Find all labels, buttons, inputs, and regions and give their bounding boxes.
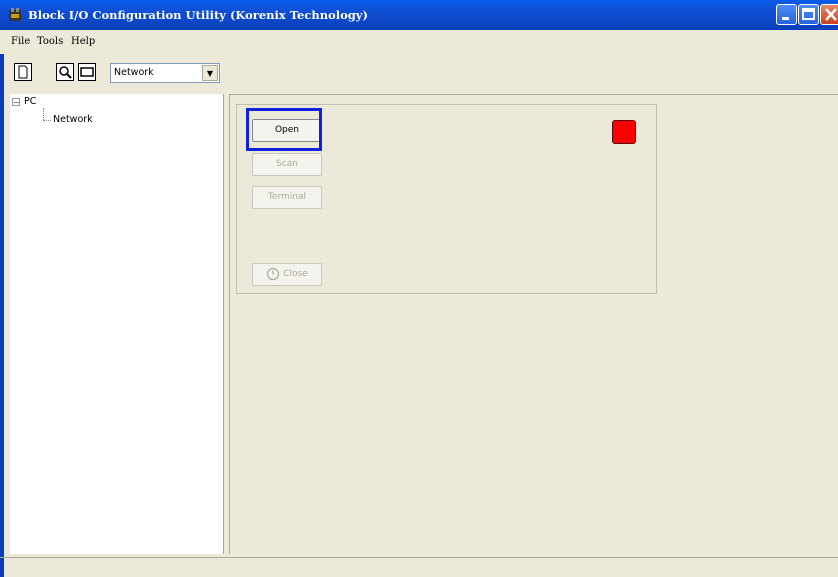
tree-node-pc[interactable]: PC xyxy=(24,96,36,107)
scan-button-label: Scan xyxy=(276,159,298,169)
menu-tools[interactable]: Tools xyxy=(37,36,63,47)
close-button[interactable]: Close xyxy=(252,263,322,286)
close-window-button[interactable] xyxy=(820,4,838,25)
status-bar xyxy=(0,557,838,577)
tree-node-network[interactable]: Network xyxy=(53,114,93,125)
toolbar: Network ▼ xyxy=(0,57,838,90)
app-icon xyxy=(7,7,23,23)
window-frame-left xyxy=(0,30,4,577)
tree-view: − PC Network xyxy=(10,94,224,554)
scan-button[interactable]: Scan xyxy=(252,153,322,176)
chevron-down-icon[interactable]: ▼ xyxy=(202,65,218,81)
network-select[interactable]: Network ▼ xyxy=(110,63,220,83)
focus-highlight xyxy=(246,108,322,151)
status-indicator xyxy=(612,120,636,144)
close-button-label: Close xyxy=(283,269,308,279)
tree-connector-branch xyxy=(43,120,51,122)
close-circle-icon xyxy=(267,267,280,280)
menu-bar: File Tools Help xyxy=(0,30,838,54)
network-select-value: Network xyxy=(114,67,154,78)
new-icon[interactable] xyxy=(14,63,32,81)
menu-file[interactable]: File xyxy=(11,36,30,47)
terminal-button[interactable]: Terminal xyxy=(252,186,322,209)
window-title: Block I/O Configuration Utility (Korenix… xyxy=(28,8,368,22)
minimize-button[interactable] xyxy=(776,4,797,25)
search-icon[interactable] xyxy=(56,63,74,81)
collapse-icon[interactable]: − xyxy=(12,98,20,107)
title-bar[interactable]: Block I/O Configuration Utility (Korenix… xyxy=(0,0,838,30)
maximize-button[interactable] xyxy=(798,4,819,25)
window-icon[interactable] xyxy=(78,63,96,81)
menu-help[interactable]: Help xyxy=(71,36,95,47)
tree-connector xyxy=(43,108,45,120)
terminal-button-label: Terminal xyxy=(267,192,307,202)
